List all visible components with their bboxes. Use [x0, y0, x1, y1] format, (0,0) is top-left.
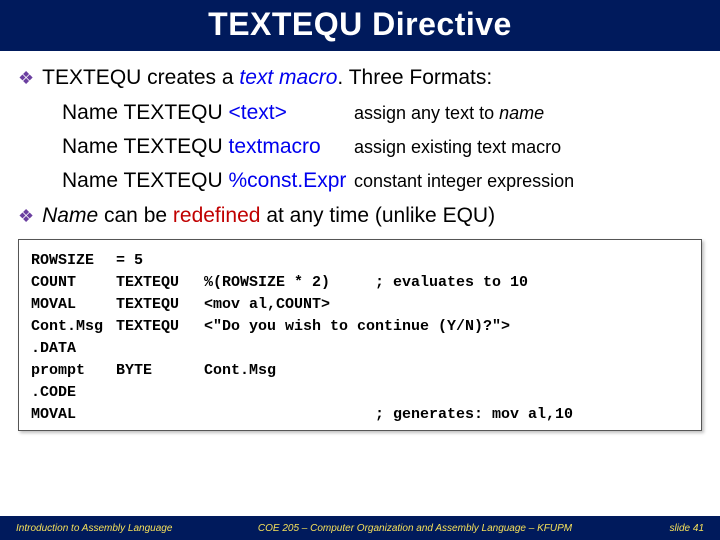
code-c: ; generates: mov al,10	[204, 404, 689, 426]
code-a: .DATA	[31, 338, 116, 360]
format-right: constant integer expression	[354, 171, 574, 192]
slide-title: TEXTEQU Directive	[0, 6, 720, 43]
code-line: MOVALTEXTEQU<mov al,COUNT>	[31, 294, 689, 316]
footer-right: slide 41	[630, 523, 720, 534]
code-line: ROWSIZE= 5	[31, 250, 689, 272]
format-left: Name TEXTEQU %const.Expr	[62, 169, 354, 193]
fmt-r-em: name	[499, 103, 544, 123]
b2-red: redefined	[173, 204, 261, 227]
code-b	[116, 404, 204, 426]
code-a: MOVAL	[31, 404, 116, 426]
bullet-2-text: Name can be redefined at any time (unlik…	[42, 203, 495, 229]
code-c: Cont.Msg	[204, 360, 689, 382]
code-a: COUNT	[31, 272, 116, 294]
code-b: TEXTEQU	[116, 316, 204, 338]
code-line: Cont.MsgTEXTEQU<"Do you wish to continue…	[31, 316, 689, 338]
fmt-pre: Name TEXTEQU	[62, 101, 228, 124]
b2-pre: Name	[42, 204, 98, 227]
code-b	[116, 382, 204, 404]
footer-mid: COE 205 – Computer Organization and Asse…	[200, 523, 630, 534]
code-a: ROWSIZE	[31, 250, 116, 272]
code-a: Cont.Msg	[31, 316, 116, 338]
fmt-r-pre: assign any text to	[354, 103, 499, 123]
b1-em: text macro	[239, 66, 337, 89]
b1-post: . Three Formats:	[337, 66, 492, 89]
code-line: MOVAL ; generates: mov al,10	[31, 404, 689, 426]
code-a: prompt	[31, 360, 116, 382]
code-b	[116, 338, 204, 360]
code-c: <mov al,COUNT>	[204, 294, 689, 316]
format-right: assign any text to name	[354, 103, 544, 124]
b1-pre: TEXTEQU creates a	[42, 66, 239, 89]
fmt-pre: Name TEXTEQU	[62, 135, 228, 158]
format-row: Name TEXTEQU <text> assign any text to n…	[62, 101, 702, 125]
fmt-r-pre: constant integer expression	[354, 171, 574, 191]
format-left: Name TEXTEQU textmacro	[62, 135, 354, 159]
code-a: .CODE	[31, 382, 116, 404]
formats-list: Name TEXTEQU <text> assign any text to n…	[62, 101, 702, 193]
content-area: ❖ TEXTEQU creates a text macro. Three Fo…	[0, 51, 720, 229]
diamond-icon: ❖	[18, 203, 34, 229]
footer-left: Introduction to Assembly Language	[0, 523, 200, 534]
code-c	[204, 250, 689, 272]
fmt-blue: textmacro	[228, 135, 320, 158]
bullet-1-text: TEXTEQU creates a text macro. Three Form…	[42, 65, 492, 91]
fmt-blue: <text>	[228, 101, 286, 124]
code-line: .DATA	[31, 338, 689, 360]
code-a: MOVAL	[31, 294, 116, 316]
format-row: Name TEXTEQU %const.Expr constant intege…	[62, 169, 702, 193]
format-row: Name TEXTEQU textmacro assign existing t…	[62, 135, 702, 159]
bullet-1: ❖ TEXTEQU creates a text macro. Three Fo…	[18, 65, 702, 91]
code-example-box: ROWSIZE= 5 COUNTTEXTEQU%(ROWSIZE * 2) ; …	[18, 239, 702, 431]
code-c: <"Do you wish to continue (Y/N)?">	[204, 316, 689, 338]
format-right: assign existing text macro	[354, 137, 561, 158]
code-line: promptBYTECont.Msg	[31, 360, 689, 382]
code-line: COUNTTEXTEQU%(ROWSIZE * 2) ; evaluates t…	[31, 272, 689, 294]
code-b: TEXTEQU	[116, 272, 204, 294]
code-c	[204, 338, 689, 360]
format-left: Name TEXTEQU <text>	[62, 101, 354, 125]
b2-mid: can be	[98, 204, 173, 227]
fmt-blue: %const.Expr	[228, 169, 346, 192]
fmt-pre: Name TEXTEQU	[62, 169, 228, 192]
code-c: %(ROWSIZE * 2) ; evaluates to 10	[204, 272, 689, 294]
b2-post: at any time (unlike EQU)	[260, 204, 495, 227]
code-line: .CODE	[31, 382, 689, 404]
fmt-r-pre: assign existing text macro	[354, 137, 561, 157]
code-b: BYTE	[116, 360, 204, 382]
bullet-2: ❖ Name can be redefined at any time (unl…	[18, 203, 702, 229]
code-b: TEXTEQU	[116, 294, 204, 316]
code-b: = 5	[116, 250, 204, 272]
diamond-icon: ❖	[18, 65, 34, 91]
footer-bar: Introduction to Assembly Language COE 20…	[0, 516, 720, 540]
code-c	[204, 382, 689, 404]
title-bar: TEXTEQU Directive	[0, 0, 720, 51]
